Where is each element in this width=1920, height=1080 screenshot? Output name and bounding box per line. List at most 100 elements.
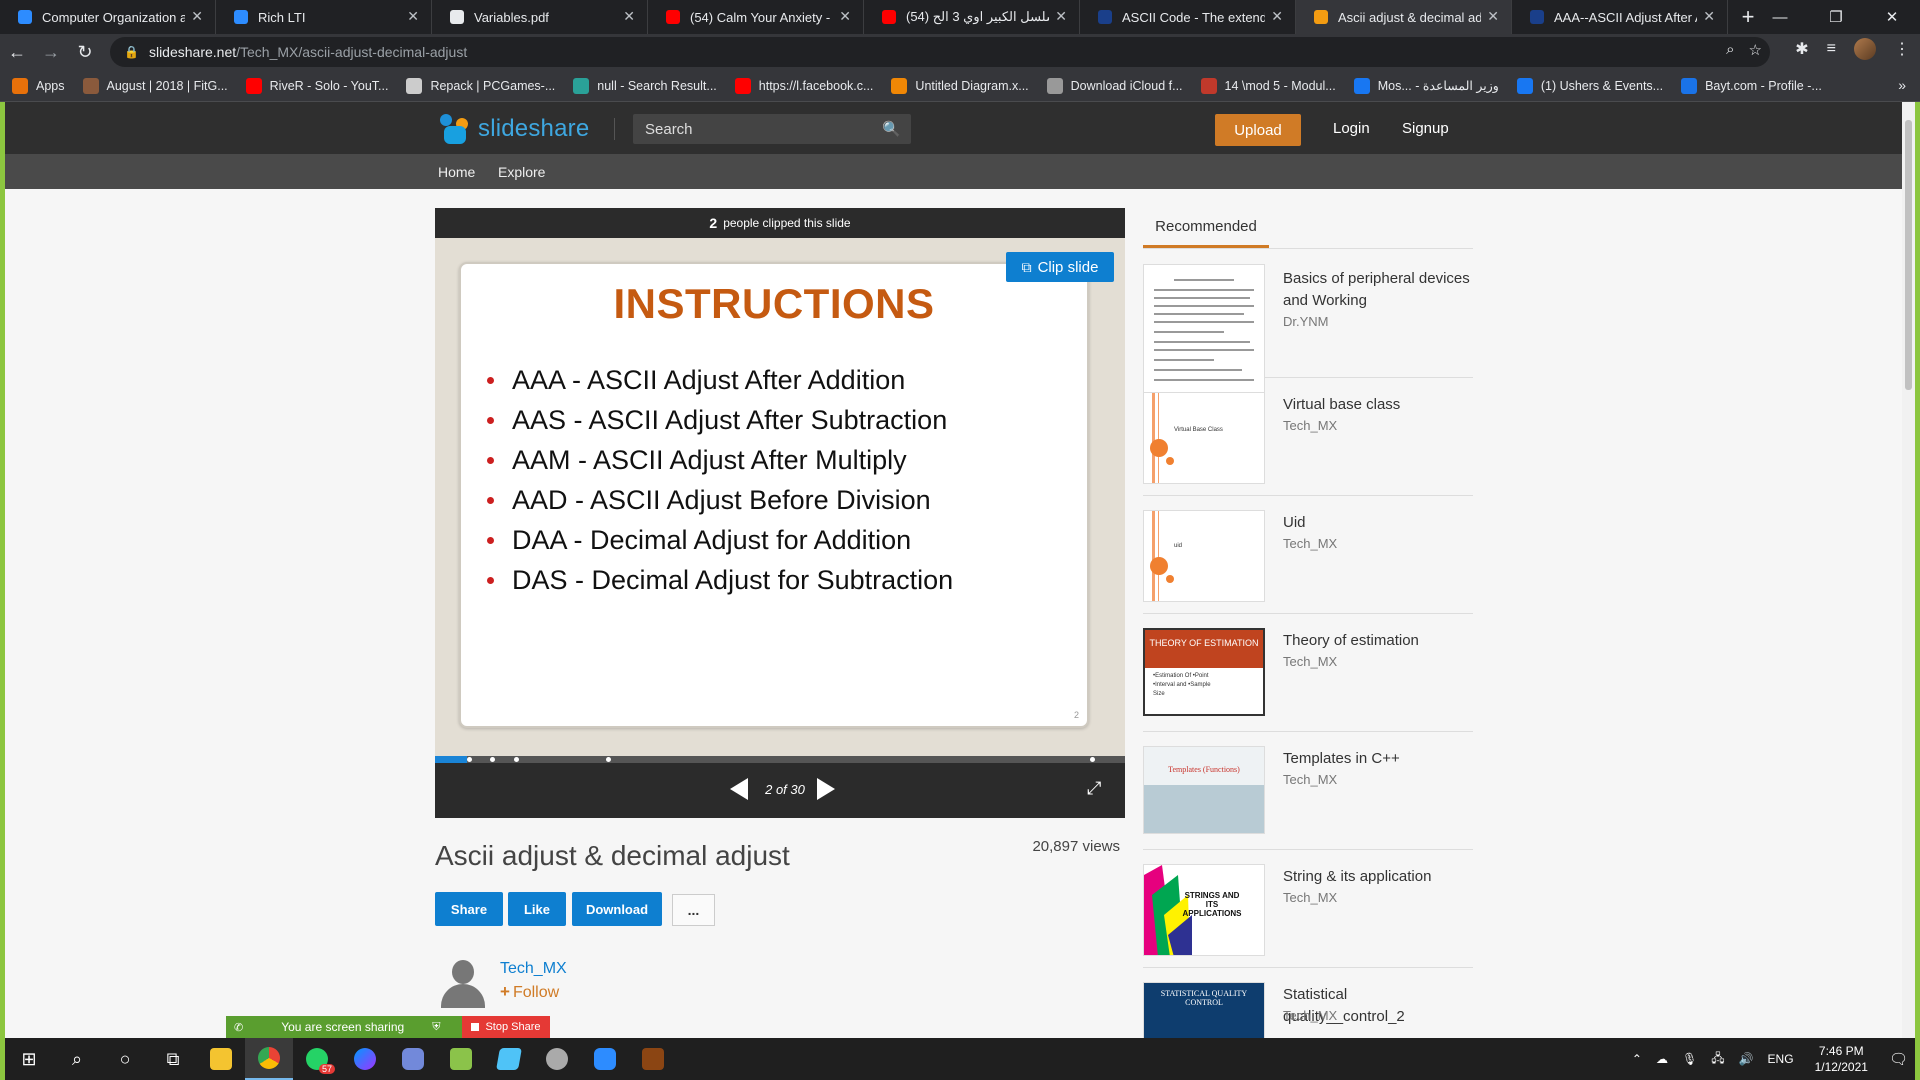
minimize-icon[interactable]: — [1752,0,1808,34]
task-view-icon[interactable]: ⧉ [149,1038,197,1080]
forward-icon[interactable]: → [34,35,68,69]
game-icon[interactable] [629,1038,677,1080]
login-link[interactable]: Login [1333,120,1370,137]
download-button[interactable]: Download [572,892,662,926]
tab-close-icon[interactable]: ✕ [1055,8,1067,25]
notepad-icon[interactable] [437,1038,485,1080]
upload-button[interactable]: Upload [1215,114,1301,146]
chevron-up-icon[interactable]: ⌃ [1632,1052,1642,1066]
onedrive-icon[interactable]: ☁ [1656,1052,1668,1066]
recommended-title[interactable]: Uid [1283,512,1473,534]
bookmark-item[interactable]: 14 \mod 5 - Modul... [1200,77,1336,94]
author-avatar[interactable] [438,958,486,1010]
slide-progress-bar[interactable] [435,756,1125,763]
tab-close-icon[interactable]: ✕ [1703,8,1715,25]
slideshare-logo[interactable]: slideshare [438,112,589,146]
browser-tab[interactable]: Computer Organization and ✕ [0,0,216,34]
close-icon[interactable]: ✕ [1864,0,1920,34]
bookmark-item[interactable]: Repack | PCGames-... [406,77,555,94]
bookmark-item[interactable]: (1) Ushers & Events... [1516,77,1663,94]
like-button[interactable]: Like [508,892,566,926]
recommended-item[interactable]: STRINGS AND ITS APPLICATIONS String & it… [1143,850,1473,968]
bookmark-item[interactable]: Download iCloud f... [1046,77,1183,94]
bookmark-item[interactable]: Untitled Diagram.x... [891,77,1029,94]
menu-icon[interactable]: ⋮ [1894,39,1910,59]
clip-slide-button[interactable]: ⧉ Clip slide [1006,252,1114,282]
bookmark-item[interactable]: August | 2018 | FitG... [82,77,228,94]
bookmark-item[interactable]: Mos... - وزير المساعدة [1353,77,1499,94]
media-control-icon[interactable]: ≡ [1827,40,1836,58]
previous-slide-icon[interactable] [730,778,748,800]
browser-tab[interactable]: Rich LTI ✕ [216,0,432,34]
network-icon[interactable]: 🖧 [1711,1049,1724,1070]
bookmark-star-icon[interactable]: ☆ [1749,41,1762,59]
tab-close-icon[interactable]: ✕ [191,8,203,25]
profile-avatar[interactable] [1854,38,1876,60]
recommended-item[interactable]: Basics of peripheral devices and Working… [1143,252,1473,396]
discord-icon[interactable] [389,1038,437,1080]
recommended-item[interactable]: Templates (Functions) Templates in C++ T… [1143,732,1473,850]
zoom-app-icon[interactable] [581,1038,629,1080]
bookmark-item[interactable]: RiveR - Solo - YouT... [245,77,388,94]
reload-icon[interactable]: ↻ [68,35,102,69]
browser-tab[interactable]: (54) مسلسل الكبير اوي 3 الح ✕ [864,0,1080,34]
browser-tab[interactable]: (54) Calm Your Anxiety - You ✕ [648,0,864,34]
tab-close-icon[interactable]: ✕ [623,8,635,25]
clock[interactable]: 7:46 PM 1/12/2021 [1815,1043,1868,1075]
recommended-title[interactable]: Virtual base class [1283,394,1473,416]
search-input[interactable]: Search 🔍 [633,114,911,144]
share-button[interactable]: Share [435,892,503,926]
scrollbar-thumb[interactable] [1905,120,1912,390]
chrome-icon[interactable] [245,1038,293,1080]
author-name-link[interactable]: Tech_MX [500,960,567,978]
notifications-icon[interactable]: 🗨 [1889,1050,1908,1068]
tab-close-icon[interactable]: ✕ [1271,8,1283,25]
browser-tab[interactable]: Ascii adjust & decimal adju ✕ [1296,0,1512,34]
browser-tab[interactable]: Variables.pdf ✕ [432,0,648,34]
recommended-item[interactable]: STATISTICAL QUALITY CONTROL Statistical … [1143,968,1473,1038]
stop-share-button[interactable]: Stop Share [462,1016,550,1038]
bookmarks-overflow-icon[interactable]: » [1898,77,1906,93]
windows-start-icon[interactable]: ⊞ [5,1038,53,1080]
back-icon[interactable]: ← [0,35,34,69]
browser-tab[interactable]: ASCII Code - The extended ✕ [1080,0,1296,34]
cortana-icon[interactable]: ○ [101,1038,149,1080]
more-options-button[interactable]: ... [672,894,715,926]
bookmark-item[interactable]: Apps [12,77,65,94]
recommended-title[interactable]: Templates in C++ [1283,748,1473,770]
bookmark-item[interactable]: null - Search Result... [573,77,717,94]
recommended-item[interactable]: uid Uid Tech_MX [1143,496,1473,614]
page-scrollbar[interactable] [1902,102,1915,1038]
browser-tab[interactable]: AAA--ASCII Adjust After Ad ✕ [1512,0,1728,34]
tab-close-icon[interactable]: ✕ [839,8,851,25]
tab-recommended[interactable]: Recommended [1143,208,1269,248]
next-slide-icon[interactable] [817,778,835,800]
restore-icon[interactable]: ❐ [1808,0,1864,34]
signup-link[interactable]: Signup [1402,120,1449,137]
volume-icon[interactable]: 🔊 [1739,1052,1754,1066]
bookmark-item[interactable]: Bayt.com - Profile -... [1681,77,1822,94]
recommended-item[interactable]: THEORY OF ESTIMATION •Estimation Of •Poi… [1143,614,1473,732]
fullscreen-icon[interactable]: ⤢ [1087,778,1101,799]
whatsapp-icon[interactable]: 57 [293,1038,341,1080]
notes-icon[interactable] [485,1038,533,1080]
extensions-icon[interactable]: ✱ [1795,39,1808,59]
search-icon[interactable]: 🔍 [882,120,901,138]
bookmark-item[interactable]: https://l.facebook.c... [734,77,873,94]
zoom-icon[interactable]: ⌕ [1726,41,1734,59]
follow-button[interactable]: + Follow [500,982,559,1002]
tab-close-icon[interactable]: ✕ [407,8,419,25]
recommended-title[interactable]: String & its application [1283,866,1473,888]
recommended-title[interactable]: Theory of estimation [1283,630,1473,652]
language-indicator[interactable]: ENG [1768,1052,1794,1066]
app-icon[interactable] [533,1038,581,1080]
search-icon[interactable]: ⌕ [53,1038,101,1080]
tab-close-icon[interactable]: ✕ [1487,8,1499,25]
file-explorer-icon[interactable] [197,1038,245,1080]
nav-home[interactable]: Home [438,164,475,180]
recommended-item[interactable]: Virtual Base Class Virtual base class Te… [1143,378,1473,496]
address-bar[interactable]: 🔒 slideshare.net/Tech_MX/ascii-adjust-de… [110,37,1770,67]
recommended-title[interactable]: Basics of peripheral devices and Working [1283,268,1473,312]
messenger-icon[interactable] [341,1038,389,1080]
microphone-icon[interactable]: 🎙 [1682,1052,1697,1066]
